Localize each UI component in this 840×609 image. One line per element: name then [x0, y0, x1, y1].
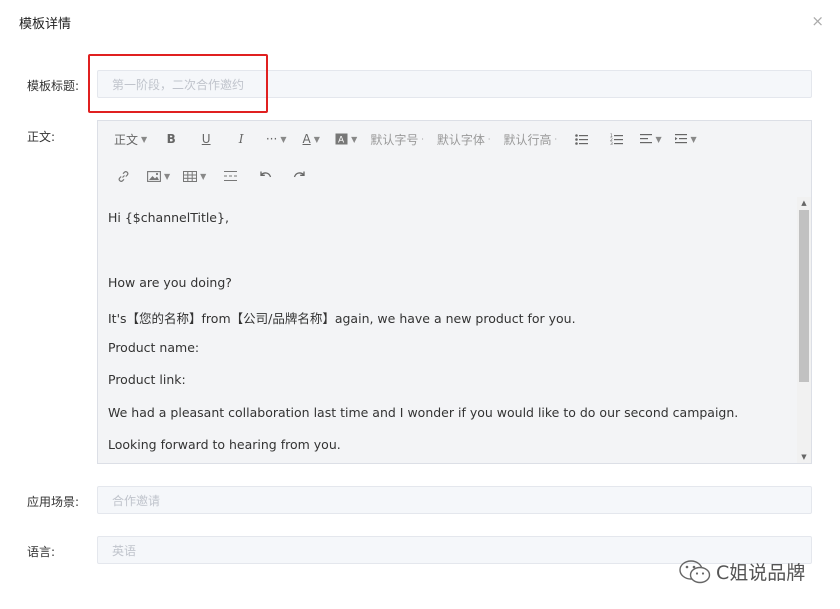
redo-button[interactable] [289, 165, 311, 187]
editor-line: Product name: [108, 340, 200, 355]
horizontal-rule-icon [223, 171, 237, 181]
undo-button[interactable] [254, 165, 276, 187]
line-height-dropdown[interactable]: 默认行高 · [503, 128, 557, 150]
scene-input[interactable]: 合作邀请 [97, 486, 812, 514]
editor-line: Looking forward to hearing from you. [108, 437, 341, 452]
watermark: C姐说品牌 [678, 558, 805, 585]
line-height-label: 默认行高 [503, 132, 552, 147]
font-family-label: 默认字体 [436, 132, 485, 147]
image-dropdown[interactable]: ▼ [147, 165, 170, 187]
scroll-thumb[interactable] [799, 210, 809, 382]
bullet-list-button[interactable] [570, 128, 592, 150]
font-size-dropdown[interactable]: 默认字号 · [370, 128, 424, 150]
close-icon[interactable]: × [811, 14, 824, 29]
link-icon [118, 170, 128, 182]
font-size-label: 默认字号 [370, 132, 419, 147]
font-color-dropdown[interactable]: A ▼ [300, 128, 322, 150]
scene-label: 应用场景: [27, 495, 80, 509]
toolbar-row-1: 正文 ▼ B U I ··· ▼ A ▼ A ▼ 默认字号 · 默认字体 · 默认行高 · … [114, 124, 710, 154]
svg-text:A: A [338, 136, 345, 146]
more-dropdown[interactable]: ··· ▼ [265, 128, 287, 150]
language-label: 语言: [27, 545, 56, 559]
font-family-dropdown[interactable]: 默认字体 · [437, 128, 491, 150]
underline-label: U [201, 132, 211, 146]
paragraph-label: 正文 [114, 132, 139, 147]
editor-line: Hi {$channelTitle}, [108, 210, 229, 225]
watermark-text: C姐说品牌 [716, 562, 806, 584]
indent-icon [675, 134, 688, 144]
bullet-list-icon [574, 133, 588, 145]
font-color-label: A [302, 132, 311, 146]
wechat-icon [679, 559, 711, 583]
align-dropdown[interactable]: ▼ [640, 128, 662, 150]
bold-button[interactable]: B [160, 128, 182, 150]
scene-input-value: 合作邀请 [112, 493, 161, 508]
italic-label: I [238, 132, 244, 146]
align-left-icon [640, 134, 653, 144]
toolbar-row-2: ▼ ▼ [112, 161, 324, 191]
editor-line: Product link: [108, 372, 186, 387]
editor-content[interactable]: Hi {$channelTitle}, How are you doing? I… [98, 197, 798, 463]
background-color-icon: A [335, 133, 348, 145]
horizontal-rule-button[interactable] [219, 165, 241, 187]
editor-line: How are you doing? [108, 275, 232, 290]
ordered-list-button[interactable]: 123 [605, 128, 627, 150]
editor-line: It's【您的名称】from【公司/品牌名称】again, we have a … [108, 311, 576, 326]
italic-button[interactable]: I [230, 128, 252, 150]
bold-label: B [166, 132, 176, 146]
link-button[interactable] [112, 165, 134, 187]
indent-dropdown[interactable]: ▼ [675, 128, 697, 150]
undo-icon [260, 171, 272, 178]
language-input-value: 英语 [112, 543, 137, 558]
redo-icon [294, 171, 305, 178]
editor-toolbar: 正文 ▼ B U I ··· ▼ A ▼ A ▼ 默认字号 · 默认字体 · 默认行高 · … [98, 121, 811, 195]
ordered-list-icon: 123 [610, 133, 623, 145]
dialog-title: 模板详情 [19, 17, 72, 32]
title-input[interactable]: 第一阶段，二次合作邀约 [97, 70, 812, 98]
table-icon [183, 170, 198, 182]
editor-line: We had a pleasant collaboration last tim… [108, 405, 739, 420]
svg-text:3: 3 [610, 141, 613, 145]
editor-scrollbar[interactable]: ▲ ▼ [797, 197, 811, 463]
background-color-dropdown[interactable]: A ▼ [335, 128, 357, 150]
more-label: ··· [265, 132, 278, 146]
scroll-down-arrow-icon[interactable]: ▼ [797, 451, 811, 463]
image-icon [147, 170, 161, 182]
title-input-value: 第一阶段，二次合作邀约 [112, 77, 245, 92]
title-label: 模板标题: [27, 79, 80, 93]
rich-text-editor[interactable]: 正文 ▼ B U I ··· ▼ A ▼ A ▼ 默认字号 · 默认字体 · 默认行高 · … [97, 120, 812, 464]
table-dropdown[interactable]: ▼ [183, 165, 206, 187]
underline-button[interactable]: U [195, 128, 217, 150]
scroll-up-arrow-icon[interactable]: ▲ [797, 197, 811, 209]
paragraph-dropdown[interactable]: 正文 ▼ [114, 128, 147, 150]
body-label: 正文: [27, 130, 56, 144]
